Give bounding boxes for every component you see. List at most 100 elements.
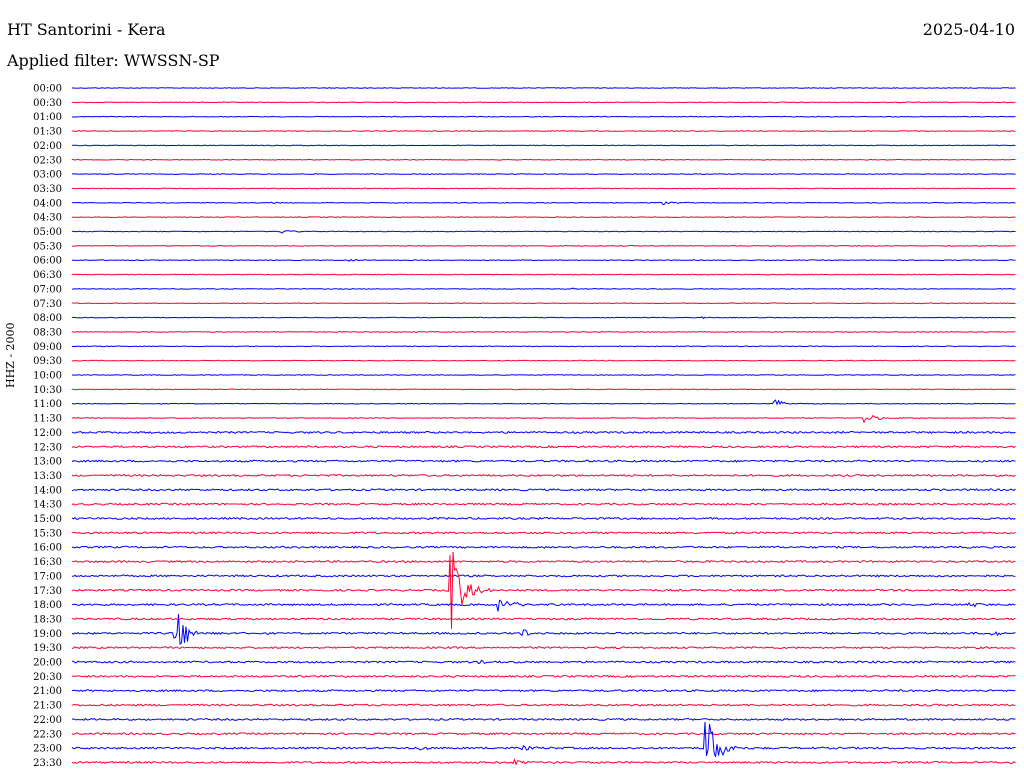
trace-line xyxy=(71,216,1016,219)
trace-line xyxy=(71,388,1016,391)
time-tick-label: 17:00 xyxy=(33,571,62,582)
time-tick-label: 09:30 xyxy=(33,356,62,367)
time-tick-label: 16:00 xyxy=(33,543,62,554)
trace-line xyxy=(71,374,1016,376)
trace-line xyxy=(71,187,1016,190)
trace-line xyxy=(71,758,1016,766)
time-tick-label: 10:30 xyxy=(33,385,62,396)
trace-line xyxy=(72,659,1016,665)
time-tick-label: 21:00 xyxy=(33,686,62,697)
trace-line xyxy=(71,258,1016,262)
trace-line xyxy=(71,144,1016,147)
time-tick-label: 00:30 xyxy=(33,98,62,109)
trace-line xyxy=(71,721,1016,758)
trace-line xyxy=(71,717,1016,722)
date-label: 2025-04-10 xyxy=(922,20,1015,39)
station-title: HT Santorini - Kera xyxy=(7,20,166,39)
trace-line xyxy=(71,646,1016,650)
time-tick-label: 01:30 xyxy=(33,127,62,138)
time-tick-label: 10:00 xyxy=(33,371,62,382)
trace-group xyxy=(71,87,1016,766)
time-tick-label: 19:00 xyxy=(33,629,62,640)
time-tick-label: 23:00 xyxy=(33,744,62,755)
trace-line xyxy=(71,502,1016,506)
trace-line xyxy=(71,316,1016,320)
time-tick-label: 22:00 xyxy=(33,715,62,726)
trace-line xyxy=(71,287,1016,290)
time-tick-label: 05:30 xyxy=(33,241,62,252)
time-tick-label: 23:30 xyxy=(33,758,62,769)
time-tick-label: 20:30 xyxy=(33,672,62,683)
trace-line xyxy=(71,430,1016,435)
trace-line xyxy=(71,173,1016,175)
time-tick-label: 12:00 xyxy=(33,428,62,439)
trace-line xyxy=(72,574,1016,578)
trace-line xyxy=(72,115,1016,118)
time-tick-label: 04:00 xyxy=(33,198,62,209)
trace-line xyxy=(71,689,1016,693)
time-tick-label: 07:00 xyxy=(33,284,62,295)
trace-line xyxy=(71,599,1016,612)
trace-line xyxy=(71,158,1016,161)
time-tick-label: 16:30 xyxy=(33,557,62,568)
time-tick-label: 12:30 xyxy=(33,442,62,453)
trace-line xyxy=(72,302,1016,305)
time-tick-label: 19:30 xyxy=(33,643,62,654)
time-tick-label: 14:00 xyxy=(33,485,62,496)
time-tick-label: 11:30 xyxy=(33,414,62,425)
seismogram-plot: 00:00 00:30 01:00 01:30 02:00 02:30 03:00 03:30… xyxy=(33,84,1016,769)
trace-line xyxy=(72,244,1016,247)
time-tick-label: 13:30 xyxy=(33,471,62,482)
trace-line xyxy=(71,345,1016,348)
trace-line xyxy=(71,273,1016,276)
time-tick-label: 17:30 xyxy=(33,586,62,597)
trace-line xyxy=(71,732,1016,736)
time-tick-label: 04:30 xyxy=(33,213,62,224)
trace-line xyxy=(71,545,1016,549)
trace-line xyxy=(71,559,1016,564)
time-tick-label: 03:00 xyxy=(33,170,62,181)
time-tick-label: 02:30 xyxy=(33,155,62,166)
time-tick-label: 05:00 xyxy=(33,227,62,238)
trace-line xyxy=(71,617,1016,621)
time-tick-label: 01:00 xyxy=(33,112,62,123)
time-tick-label: 08:30 xyxy=(33,327,62,338)
time-tick-label: 22:30 xyxy=(33,729,62,740)
time-tick-label: 02:00 xyxy=(33,141,62,152)
time-tick-label: 06:00 xyxy=(33,256,62,267)
trace-line xyxy=(71,201,1016,206)
trace-line xyxy=(71,130,1016,132)
trace-line xyxy=(71,459,1016,463)
trace-line xyxy=(71,87,1016,89)
trace-line xyxy=(71,674,1016,678)
time-tick-label: 08:00 xyxy=(33,313,62,324)
time-tick-label: 15:00 xyxy=(33,514,62,525)
time-tick-label: 20:00 xyxy=(33,658,62,669)
time-tick-label: 07:30 xyxy=(33,299,62,310)
trace-line xyxy=(71,473,1016,477)
time-tick-label: 18:00 xyxy=(33,600,62,611)
time-tick-label: 13:00 xyxy=(33,457,62,468)
time-tick-label: 09:00 xyxy=(33,342,62,353)
trace-line xyxy=(71,359,1016,362)
trace-line xyxy=(71,516,1016,521)
time-tick-label: 14:30 xyxy=(33,500,62,511)
time-tick-labels: 00:00 00:30 01:00 01:30 02:00 02:30 03:00 03:30… xyxy=(33,84,62,769)
time-tick-label: 06:30 xyxy=(33,270,62,281)
time-tick-label: 00:00 xyxy=(33,84,62,95)
trace-line xyxy=(71,229,1016,234)
time-tick-label: 03:30 xyxy=(33,184,62,195)
trace-line xyxy=(71,703,1016,707)
time-tick-label: 21:30 xyxy=(33,701,62,712)
trace-line xyxy=(71,399,1016,406)
trace-line xyxy=(71,488,1016,492)
trace-line xyxy=(71,551,1016,629)
trace-line xyxy=(71,531,1016,535)
time-tick-label: 15:30 xyxy=(33,528,62,539)
channel-axis-label: HHZ - 2000 xyxy=(4,322,17,388)
trace-line xyxy=(71,331,1016,333)
trace-line xyxy=(71,101,1016,104)
filter-label: Applied filter: WWSSN-SP xyxy=(7,51,220,70)
time-tick-label: 18:30 xyxy=(33,614,62,625)
trace-line xyxy=(71,414,1016,424)
